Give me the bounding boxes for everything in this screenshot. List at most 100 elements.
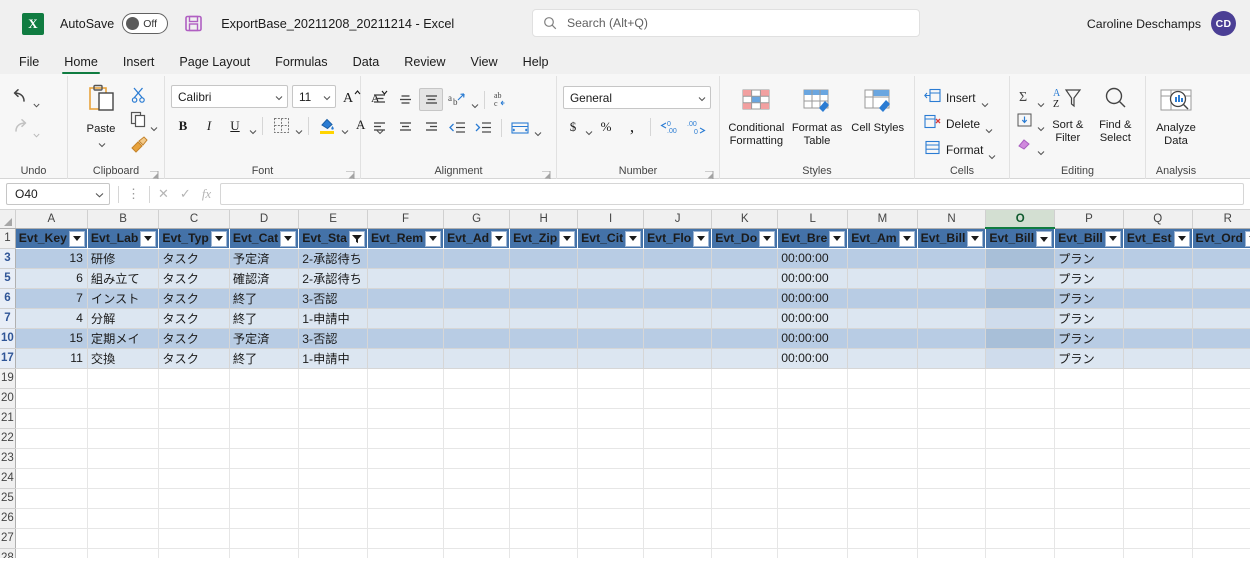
cell-K17[interactable] xyxy=(712,348,778,368)
cell-K25[interactable] xyxy=(712,488,778,508)
cell-P28[interactable] xyxy=(1055,548,1124,558)
cell-F22[interactable] xyxy=(367,428,443,448)
cell-R27[interactable] xyxy=(1192,528,1250,548)
table-header-cell-H[interactable]: Evt_Zip xyxy=(510,228,578,248)
cell-G24[interactable] xyxy=(444,468,510,488)
increase-decimal-button[interactable]: 0.00 xyxy=(657,115,683,138)
cell-C25[interactable] xyxy=(159,488,230,508)
column-header-Q[interactable]: Q xyxy=(1123,210,1192,228)
fill-color-button[interactable] xyxy=(315,114,339,137)
row-header-21[interactable]: 21 xyxy=(0,408,15,428)
cell-N28[interactable] xyxy=(917,548,986,558)
empty-row[interactable]: 22 xyxy=(0,428,1250,448)
table-header-cell-Q[interactable]: Evt_Est xyxy=(1123,228,1192,248)
chevron-down-icon[interactable] xyxy=(988,147,995,154)
column-header-M[interactable]: M xyxy=(848,210,917,228)
cell-R22[interactable] xyxy=(1192,428,1250,448)
cell-I23[interactable] xyxy=(578,448,644,468)
cell-L23[interactable] xyxy=(778,448,848,468)
cell-L27[interactable] xyxy=(778,528,848,548)
table-header-cell-B[interactable]: Evt_Lab xyxy=(87,228,158,248)
insert-function-icon[interactable]: fx xyxy=(202,186,211,202)
row-header-25[interactable]: 25 xyxy=(0,488,15,508)
cell-B10[interactable]: 定期メイ xyxy=(87,328,158,348)
tab-file[interactable]: File xyxy=(8,54,50,74)
cell-A3[interactable]: 13 xyxy=(15,248,87,268)
table-header-cell-A[interactable]: Evt_Key xyxy=(15,228,87,248)
cell-E22[interactable] xyxy=(299,428,368,448)
row-header-20[interactable]: 20 xyxy=(0,388,15,408)
cell-G25[interactable] xyxy=(444,488,510,508)
avatar[interactable]: CD xyxy=(1211,11,1236,36)
cell-A25[interactable] xyxy=(15,488,87,508)
cell-B28[interactable] xyxy=(87,548,158,558)
cell-I10[interactable] xyxy=(578,328,644,348)
cell-F5[interactable] xyxy=(367,268,443,288)
cell-H19[interactable] xyxy=(510,368,578,388)
row-header-10[interactable]: 10 xyxy=(0,328,15,348)
cell-M24[interactable] xyxy=(848,468,917,488)
column-header-C[interactable]: C xyxy=(159,210,230,228)
wrap-text-button[interactable]: abc xyxy=(491,88,515,111)
cell-I5[interactable] xyxy=(578,268,644,288)
cell-Q21[interactable] xyxy=(1123,408,1192,428)
cell-H27[interactable] xyxy=(510,528,578,548)
cell-N23[interactable] xyxy=(917,448,986,468)
filter-button-C[interactable] xyxy=(211,231,227,247)
table-row[interactable]: 10 15 定期メイ タスク 予定済 3-否認 00:00:00 プラン Fal… xyxy=(0,328,1250,348)
cell-E10[interactable]: 3-否認 xyxy=(299,328,368,348)
cell-Q26[interactable] xyxy=(1123,508,1192,528)
cell-P3[interactable]: プラン xyxy=(1055,248,1124,268)
font-size-combo[interactable]: 11 xyxy=(292,85,336,108)
font-dialog-launcher[interactable] xyxy=(346,167,355,176)
cell-O7[interactable] xyxy=(986,308,1055,328)
cell-P19[interactable] xyxy=(1055,368,1124,388)
cell-J5[interactable] xyxy=(644,268,712,288)
cell-E5[interactable]: 2-承認待ち xyxy=(299,268,368,288)
cell-O28[interactable] xyxy=(986,548,1055,558)
cell-Q27[interactable] xyxy=(1123,528,1192,548)
cell-C23[interactable] xyxy=(159,448,230,468)
table-header-cell-I[interactable]: Evt_Cit xyxy=(578,228,644,248)
cell-K19[interactable] xyxy=(712,368,778,388)
autosave-toggle[interactable]: Off xyxy=(122,13,168,34)
empty-row[interactable]: 23 xyxy=(0,448,1250,468)
cell-H5[interactable] xyxy=(510,268,578,288)
cell-K6[interactable] xyxy=(712,288,778,308)
cell-H25[interactable] xyxy=(510,488,578,508)
cell-J17[interactable] xyxy=(644,348,712,368)
cell-B17[interactable]: 交換 xyxy=(87,348,158,368)
row-header-3[interactable]: 3 xyxy=(0,248,15,268)
chevron-down-icon[interactable] xyxy=(249,122,256,129)
column-header-E[interactable]: E xyxy=(299,210,368,228)
cell-E20[interactable] xyxy=(299,388,368,408)
cell-L7[interactable]: 00:00:00 xyxy=(778,308,848,328)
cell-E25[interactable] xyxy=(299,488,368,508)
cell-E6[interactable]: 3-否認 xyxy=(299,288,368,308)
table-row[interactable]: 3 13 研修 タスク 予定済 2-承認待ち 00:00:00 プラン Fals… xyxy=(0,248,1250,268)
cell-I21[interactable] xyxy=(578,408,644,428)
cell-L19[interactable] xyxy=(778,368,848,388)
bold-button[interactable]: B xyxy=(171,114,195,137)
cell-F10[interactable] xyxy=(367,328,443,348)
cell-P6[interactable]: プラン xyxy=(1055,288,1124,308)
cell-E17[interactable]: 1-申請中 xyxy=(299,348,368,368)
cell-E23[interactable] xyxy=(299,448,368,468)
cell-Q19[interactable] xyxy=(1123,368,1192,388)
cell-Q20[interactable] xyxy=(1123,388,1192,408)
cell-E19[interactable] xyxy=(299,368,368,388)
cell-N20[interactable] xyxy=(917,388,986,408)
align-bottom-button[interactable] xyxy=(419,88,443,111)
cell-C10[interactable]: タスク xyxy=(159,328,230,348)
alignment-dialog-launcher[interactable] xyxy=(542,167,551,176)
cell-J7[interactable] xyxy=(644,308,712,328)
cell-D22[interactable] xyxy=(229,428,298,448)
increase-indent-button[interactable] xyxy=(471,116,495,139)
cell-N7[interactable] xyxy=(917,308,986,328)
tab-page-layout[interactable]: Page Layout xyxy=(168,54,261,74)
cell-H22[interactable] xyxy=(510,428,578,448)
filter-button-L[interactable] xyxy=(829,231,845,247)
cell-D23[interactable] xyxy=(229,448,298,468)
column-header-P[interactable]: P xyxy=(1055,210,1124,228)
fill-button[interactable] xyxy=(1016,112,1044,133)
